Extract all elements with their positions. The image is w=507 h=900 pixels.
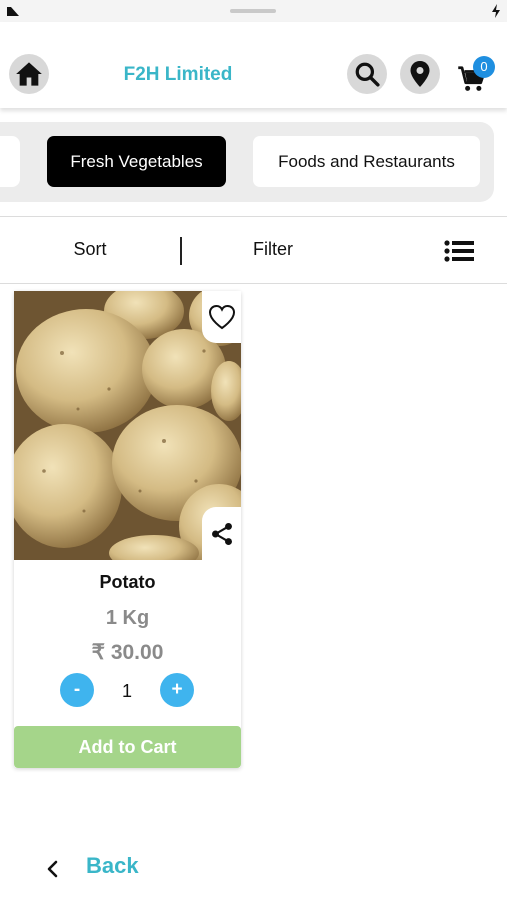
decrease-quantity-button[interactable]: - (60, 673, 94, 707)
home-button[interactable] (9, 54, 49, 94)
heart-icon (208, 304, 235, 330)
add-to-cart-button[interactable]: Add to Cart (14, 726, 241, 768)
increase-quantity-button[interactable]: + (160, 673, 194, 707)
charging-icon (492, 4, 500, 18)
category-chip-foods-and-restaurants[interactable]: Foods and Restaurants (253, 136, 480, 187)
screen: F2H Limited 0 Fresh Vegetables Foods and… (0, 0, 507, 900)
product-name: Potato (99, 572, 156, 592)
cart-count-badge: 0 (473, 56, 495, 78)
filter-button[interactable]: Filter (223, 239, 323, 260)
back-button[interactable]: Back (86, 853, 139, 879)
category-tabs: Fresh Vegetables Foods and Restaurants (0, 122, 494, 202)
cart-button[interactable]: 0 (455, 56, 495, 100)
product-price: ₹ 30.00 (91, 641, 164, 664)
list-view-icon[interactable] (444, 239, 474, 263)
search-button[interactable] (347, 54, 387, 94)
sort-button[interactable]: Sort (40, 239, 140, 260)
sort-filter-bar: Sort Filter (0, 216, 507, 284)
quantity-count: 1 (121, 681, 132, 701)
product-card[interactable]: Potato 1 Kg ₹ 30.00 - 1 + Add to Cart (14, 291, 241, 768)
location-button[interactable] (400, 54, 440, 94)
product-quantity: 1 Kg (105, 607, 150, 629)
home-indicator (230, 9, 276, 13)
brand-title: F2H Limited (123, 64, 233, 85)
location-pin-icon (410, 61, 430, 87)
back-chevron-icon[interactable] (44, 857, 62, 881)
toolbar-divider (180, 237, 182, 265)
app-header: F2H Limited 0 (0, 22, 507, 108)
category-chip-fresh-vegetables[interactable]: Fresh Vegetables (47, 136, 226, 187)
share-icon (211, 522, 232, 545)
camera-icon (7, 7, 19, 16)
favorite-button[interactable] (202, 291, 241, 343)
category-chip-previous[interactable] (0, 136, 20, 187)
home-icon (16, 62, 42, 86)
status-bar (0, 0, 507, 22)
search-icon (355, 62, 380, 87)
share-button[interactable] (202, 507, 241, 560)
